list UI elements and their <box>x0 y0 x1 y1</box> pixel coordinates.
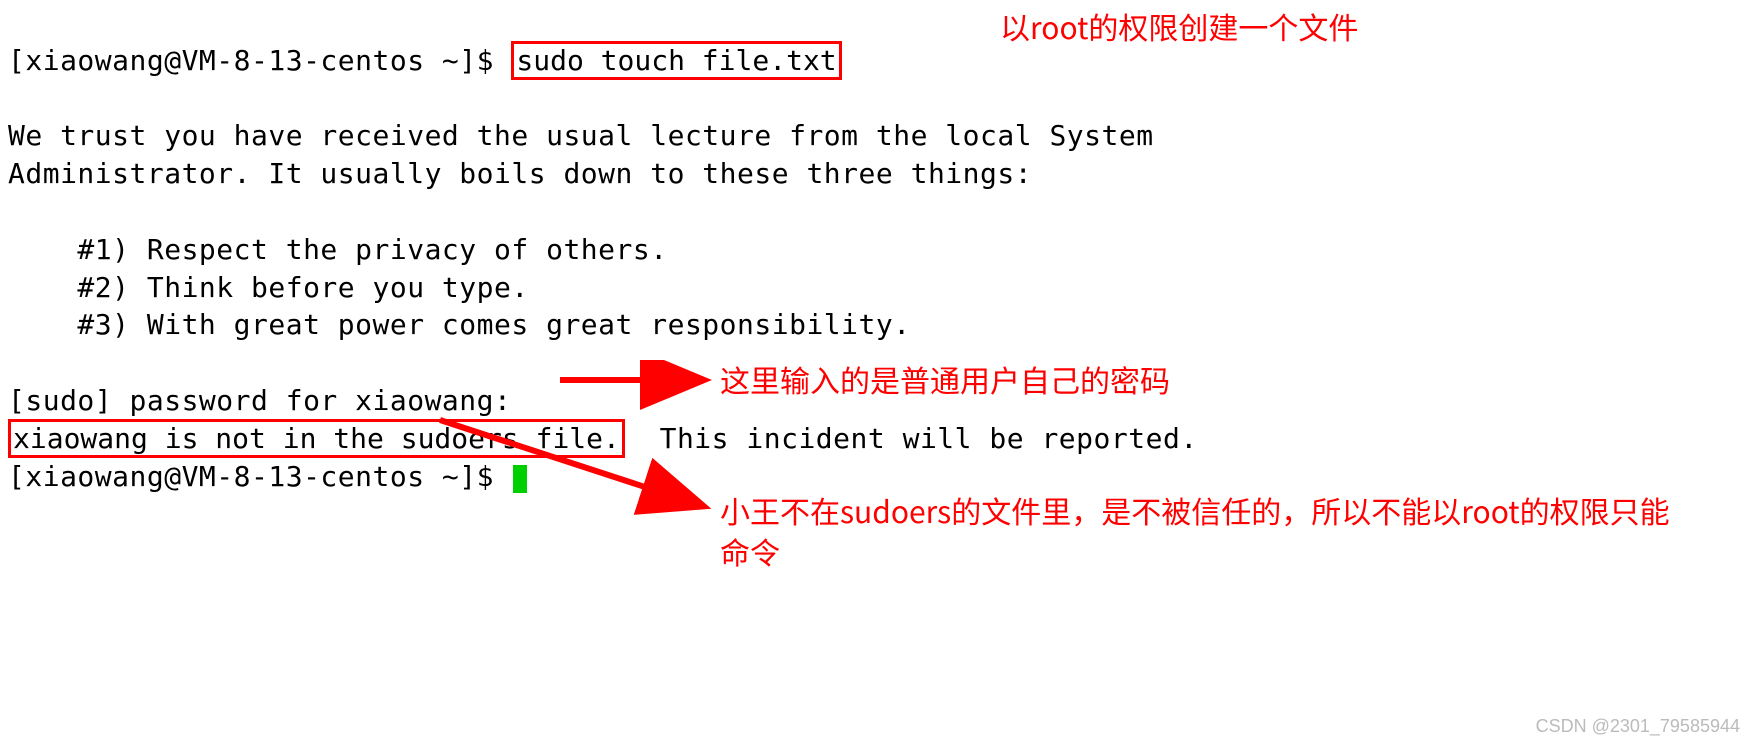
sudo-rule-2: #2) Think before you type. <box>8 271 529 304</box>
sudo-lecture-line-2: Administrator. It usually boils down to … <box>8 157 1032 190</box>
sudo-lecture-line-1: We trust you have received the usual lec… <box>8 119 1154 152</box>
entered-command: sudo touch file.txt <box>511 41 841 80</box>
annotation-root-create-file: 以root的权限创建一个文件 <box>1000 6 1358 47</box>
sudo-rule-3: #3) With great power comes great respons… <box>8 308 911 341</box>
watermark: CSDN @2301_79585944 <box>1536 714 1740 738</box>
annotation-password-note: 这里输入的是普通用户自己的密码 <box>720 359 1170 400</box>
sudo-rule-1: #1) Respect the privacy of others. <box>8 233 668 266</box>
arrow-icon <box>555 360 715 410</box>
arrow-icon <box>430 410 720 530</box>
annotation-sudoers-note: 小王不在sudoers的文件里，是不被信任的，所以不能以root的权限只能命令 <box>720 490 1680 571</box>
shell-prompt-1: [xiaowang@VM-8-13-centos ~]$ <box>8 44 511 77</box>
